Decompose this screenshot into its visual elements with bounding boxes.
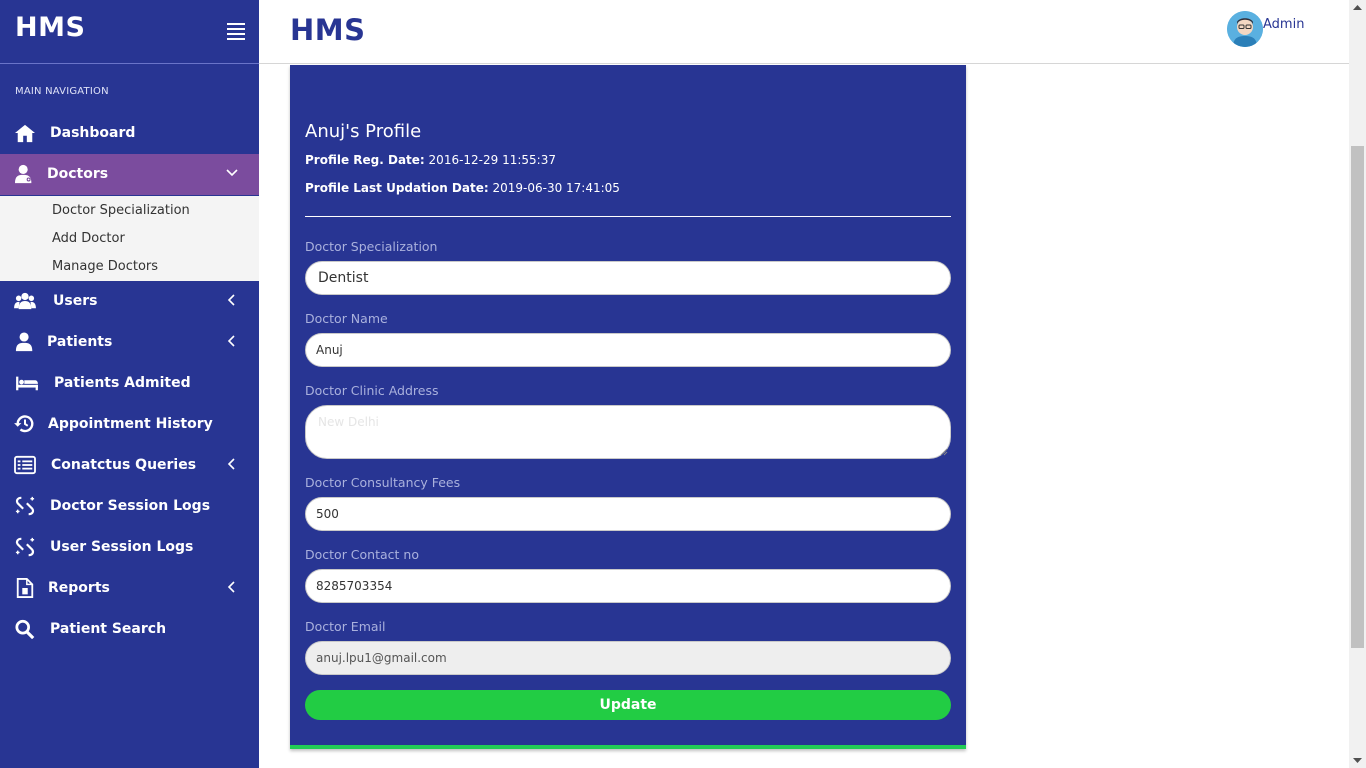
sidebar-item-users[interactable]: Users: [0, 281, 259, 322]
consultancy-fees-input[interactable]: 500: [305, 497, 951, 531]
chevron-left-icon: [227, 581, 235, 593]
sidebar-item-appointment-history[interactable]: Appointment History: [0, 404, 259, 445]
sidebar-item-label: Patients: [47, 334, 113, 350]
brand-bar: HMS: [0, 0, 259, 64]
consultancy-fees-label: Doctor Consultancy Fees: [305, 475, 461, 490]
logs-icon: [15, 496, 35, 516]
reg-date-label: Profile Reg. Date:: [305, 153, 425, 167]
users-icon: [14, 292, 36, 310]
scroll-thumb[interactable]: [1351, 146, 1364, 648]
sidebar-item-label: Users: [53, 293, 98, 309]
specialization-label: Doctor Specialization: [305, 239, 438, 254]
chevron-left-icon: [227, 335, 235, 347]
patient-icon: [15, 332, 33, 352]
sidebar-item-label: Patients Admited: [54, 375, 191, 391]
user-menu-name[interactable]: Admin: [1263, 17, 1304, 32]
sidebar-item-contactus-queries[interactable]: Conatctus Queries: [0, 445, 259, 486]
vertical-scrollbar[interactable]: [1349, 0, 1366, 768]
menu-toggle-icon[interactable]: [227, 23, 245, 40]
list-icon: [14, 455, 36, 475]
top-header: HMS Admin: [259, 0, 1349, 64]
search-icon: [15, 619, 35, 639]
sidebar: HMS MAIN NAVIGATION Dashboard Doctors Do…: [0, 0, 259, 768]
sidebar-item-label: Reports: [48, 580, 110, 596]
brand-logo[interactable]: HMS: [15, 12, 85, 43]
sidebar-item-patients-admited[interactable]: Patients Admited: [0, 363, 259, 404]
sidebar-item-patient-search[interactable]: Patient Search: [0, 609, 259, 650]
update-date-value: 2019-06-30 17:41:05: [492, 181, 620, 195]
clinic-address-textarea[interactable]: New Delhi: [305, 405, 951, 459]
sidebar-item-doctors[interactable]: Doctors: [0, 154, 259, 195]
update-button[interactable]: Update: [305, 690, 951, 720]
sidebar-item-label: Conatctus Queries: [51, 457, 197, 473]
reg-date-value: 2016-12-29 11:55:37: [428, 153, 556, 167]
logs-icon: [15, 537, 35, 557]
submenu-item-manage-doctors[interactable]: Manage Doctors: [52, 259, 158, 274]
sidebar-item-label: User Session Logs: [50, 539, 194, 555]
profile-card: Anuj's Profile Profile Reg. Date: 2016-1…: [290, 65, 966, 749]
chevron-left-icon: [227, 458, 235, 470]
chevron-left-icon: [227, 294, 235, 306]
contact-no-label: Doctor Contact no: [305, 547, 419, 562]
sidebar-item-user-session-logs[interactable]: User Session Logs: [0, 527, 259, 568]
nav-header: MAIN NAVIGATION: [15, 86, 109, 97]
sidebar-item-dashboard[interactable]: Dashboard: [0, 113, 259, 154]
submenu-item-add-doctor[interactable]: Add Doctor: [52, 231, 125, 246]
main-content: Anuj's Profile Profile Reg. Date: 2016-1…: [259, 65, 1349, 768]
doctor-email-input: anuj.lpu1@gmail.com: [305, 641, 951, 675]
clinic-address-label: Doctor Clinic Address: [305, 383, 439, 398]
sidebar-item-label: Patient Search: [50, 621, 167, 637]
page-title: HMS: [290, 13, 366, 47]
doctor-icon: [15, 164, 32, 184]
contact-no-input[interactable]: 8285703354: [305, 569, 951, 603]
profile-title: Anuj's Profile: [305, 121, 422, 142]
home-icon: [15, 124, 35, 143]
doctor-email-label: Doctor Email: [305, 619, 386, 634]
history-icon: [14, 415, 34, 433]
bed-icon: [16, 376, 38, 391]
scroll-down-icon[interactable]: [1353, 757, 1362, 764]
update-date-label: Profile Last Updation Date:: [305, 181, 489, 195]
sidebar-item-label: Appointment History: [48, 416, 213, 432]
chevron-down-icon: [226, 169, 238, 177]
divider: [305, 216, 951, 217]
user-avatar-icon: [1227, 11, 1263, 47]
sidebar-item-label: Doctor Session Logs: [50, 498, 211, 514]
doctor-name-input[interactable]: Anuj: [305, 333, 951, 367]
profile-update-date: Profile Last Updation Date: 2019-06-30 1…: [305, 181, 620, 195]
doctors-submenu: Doctor Specialization Add Doctor Manage …: [0, 196, 259, 281]
profile-reg-date: Profile Reg. Date: 2016-12-29 11:55:37: [305, 153, 556, 167]
report-icon: [16, 578, 34, 598]
sidebar-item-reports[interactable]: Reports: [0, 568, 259, 609]
sidebar-item-label: Dashboard: [50, 125, 136, 141]
avatar[interactable]: [1227, 11, 1263, 47]
scroll-up-icon[interactable]: [1353, 4, 1362, 11]
specialization-select[interactable]: Dentist: [305, 261, 951, 295]
doctor-name-label: Doctor Name: [305, 311, 388, 326]
clinic-address-text: New Delhi: [318, 415, 379, 429]
sidebar-item-patients[interactable]: Patients: [0, 322, 259, 363]
card-accent-bar: [290, 745, 966, 749]
resize-handle-icon[interactable]: [940, 448, 948, 456]
sidebar-item-label: Doctors: [47, 166, 109, 182]
submenu-item-doctor-specialization[interactable]: Doctor Specialization: [52, 203, 190, 218]
sidebar-item-doctor-session-logs[interactable]: Doctor Session Logs: [0, 486, 259, 527]
